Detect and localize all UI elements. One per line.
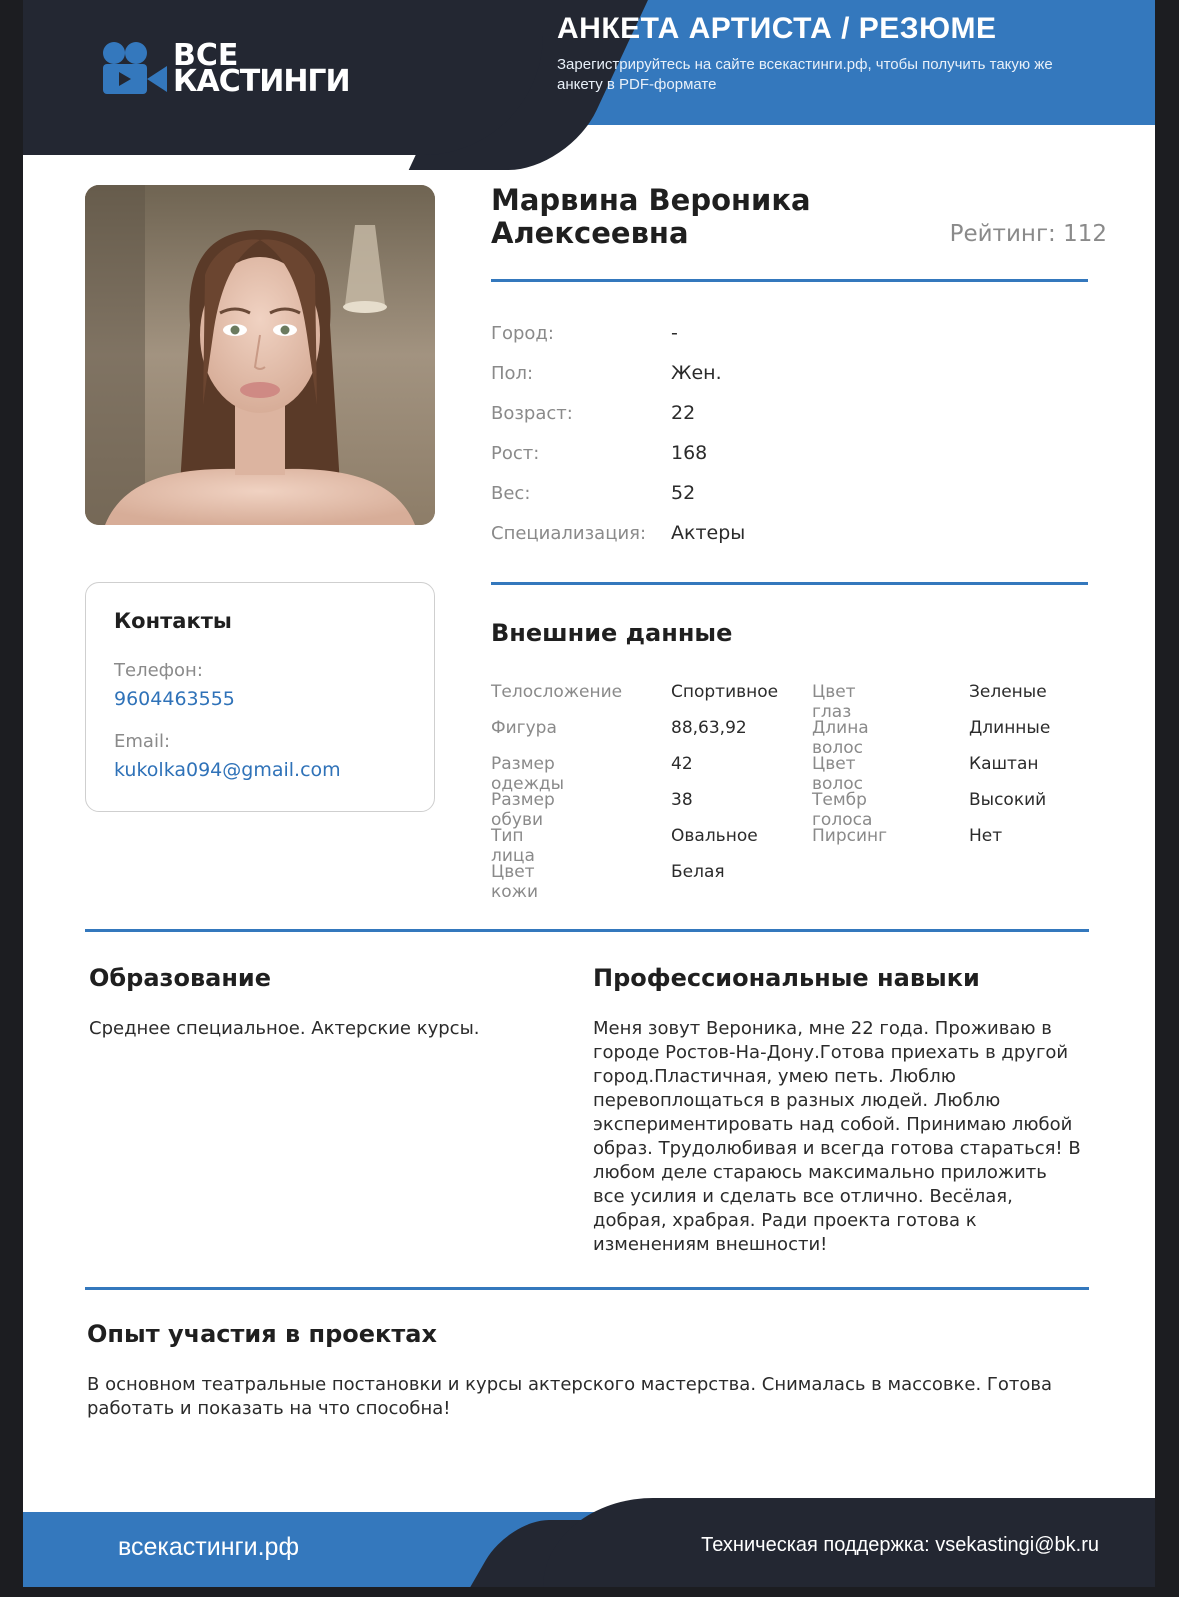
email-link[interactable]: kukolka094@gmail.com xyxy=(114,759,341,781)
phone-link[interactable]: 9604463555 xyxy=(114,688,235,710)
info-row: Вес: 52 xyxy=(491,473,745,513)
appearance-value: Каштан xyxy=(969,754,1039,774)
info-label: Рост: xyxy=(491,442,540,464)
appearance-value: 88,63,92 xyxy=(671,718,747,738)
name-line-2: Алексеевна xyxy=(491,216,689,250)
info-row: Рост: 168 xyxy=(491,433,745,473)
appearance-label: Цвет волос xyxy=(812,754,864,794)
appearance-value: Нет xyxy=(969,826,1003,846)
logo-line-2: КАСТИНГИ xyxy=(173,64,351,99)
info-label: Специализация: xyxy=(491,522,647,544)
appearance-value: Длинные xyxy=(969,718,1051,738)
name-line-1: Марвина Вероника xyxy=(491,183,811,217)
education-text: Среднее специальное. Актерские курсы. xyxy=(89,1018,480,1039)
info-row: Специализация: Актеры xyxy=(491,513,745,553)
resume-page: ВСЕ КАСТИНГИ АНКЕТА АРТИСТА / РЕЗЮМЕ Зар… xyxy=(23,0,1155,1587)
appearance-title: Внешние данные xyxy=(491,619,733,647)
divider xyxy=(491,279,1088,282)
info-value: 22 xyxy=(671,402,696,424)
info-label: Пол: xyxy=(491,362,534,384)
contacts-card: Контакты Телефон: 9604463555 Email: kuko… xyxy=(85,582,435,812)
info-label: Город: xyxy=(491,322,554,344)
skills-text: Меня зовут Вероника, мне 22 года. Прожив… xyxy=(593,1018,1081,1255)
experience-text: В основном театральные постановки и курс… xyxy=(87,1374,1053,1419)
footer-site-link[interactable]: всекастинги.рф xyxy=(118,1533,299,1562)
portrait-image xyxy=(85,185,435,525)
skills-title: Профессиональные навыки xyxy=(593,964,980,992)
header-title: АНКЕТА АРТИСТА / РЕЗЮМЕ xyxy=(557,12,997,45)
info-row: Город: - xyxy=(491,313,745,353)
artist-name: Марвина Вероника Алексеевна xyxy=(491,184,811,250)
info-row: Возраст: 22 xyxy=(491,393,745,433)
appearance-label: Пирсинг xyxy=(812,826,888,846)
logo-text: ВСЕ КАСТИНГИ xyxy=(173,41,351,99)
info-label: Возраст: xyxy=(491,402,573,424)
info-value: 52 xyxy=(671,482,696,504)
appearance-value: Овальное xyxy=(671,826,758,846)
info-value: Актеры xyxy=(671,522,746,544)
phone-label: Телефон: xyxy=(114,660,203,681)
info-value: - xyxy=(671,322,678,344)
experience-title: Опыт участия в проектах xyxy=(87,1320,437,1348)
divider xyxy=(85,929,1089,932)
rating: Рейтинг: 112 xyxy=(949,221,1107,247)
appearance-label: Телосложение xyxy=(491,682,623,702)
appearance-label: Фигура xyxy=(491,718,557,738)
appearance-label: Длина волос xyxy=(812,718,869,758)
camera-icon xyxy=(103,42,169,96)
appearance-value: 42 xyxy=(671,754,693,774)
appearance-label: Цвет кожи xyxy=(491,862,539,902)
appearance-value: Белая xyxy=(671,862,725,882)
info-list: Город: - Пол: Жен. Возраст: 22 Рост: 168… xyxy=(491,313,745,553)
appearance-label: Размер обуви xyxy=(491,790,555,830)
logo[interactable]: ВСЕ КАСТИНГИ xyxy=(103,41,351,99)
appearance-value: Высокий xyxy=(969,790,1047,810)
divider xyxy=(85,1287,1089,1290)
appearance-label: Цвет глаз xyxy=(812,682,856,722)
info-label: Вес: xyxy=(491,482,531,504)
appearance-value: Зеленые xyxy=(969,682,1047,702)
header-subtitle: Зарегистрируйтесь на сайте всекастинги.р… xyxy=(557,56,1053,93)
footer-support-text[interactable]: Техническая поддержка: vsekastingi@bk.ru xyxy=(701,1534,1099,1557)
appearance-value: Спортивное xyxy=(671,682,779,702)
appearance-label: Тембр голоса xyxy=(812,790,873,830)
appearance-label: Размер одежды xyxy=(491,754,565,794)
divider xyxy=(491,582,1088,585)
profile-photo xyxy=(85,185,435,525)
education-title: Образование xyxy=(89,964,272,992)
info-row: Пол: Жен. xyxy=(491,353,745,393)
info-value: Жен. xyxy=(671,362,722,384)
email-label: Email: xyxy=(114,731,171,752)
info-value: 168 xyxy=(671,442,708,464)
appearance-value: 38 xyxy=(671,790,693,810)
appearance-label: Тип лица xyxy=(491,826,535,866)
contacts-title: Контакты xyxy=(114,609,232,633)
